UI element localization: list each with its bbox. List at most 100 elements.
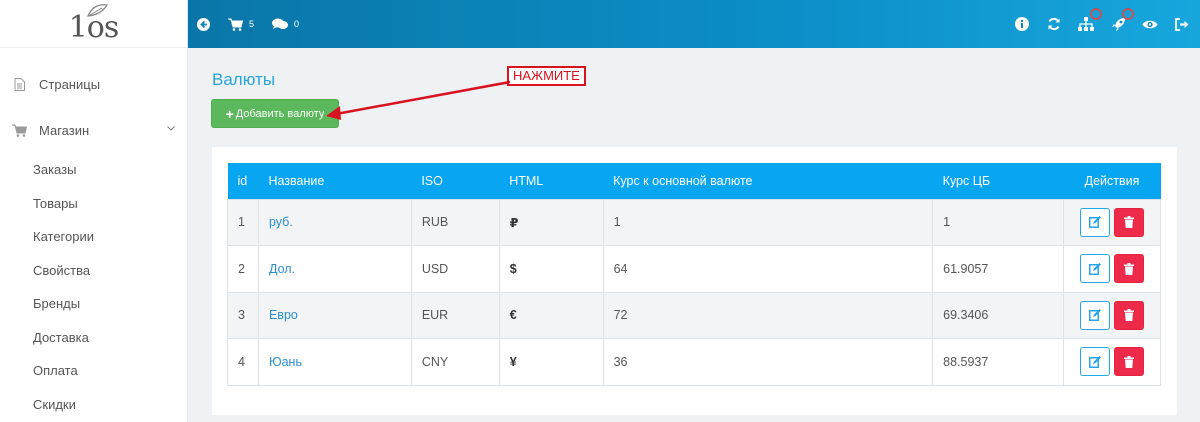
cart-button[interactable]: 5 — [228, 18, 254, 31]
edit-button[interactable] — [1080, 347, 1110, 377]
table-header-row: id Название ISO HTML Курс к основной вал… — [227, 163, 1161, 199]
cell-id: 2 — [227, 245, 259, 293]
topbar: 5 0 — [188, 0, 1200, 48]
rocket-button[interactable] — [1110, 8, 1134, 32]
cell-html-symbol: $ — [498, 245, 604, 293]
shop-submenu: Заказы Товары Категории Свойства Бренды … — [0, 153, 187, 421]
edit-button[interactable] — [1080, 207, 1110, 237]
notification-ring — [1122, 8, 1134, 20]
table-row: 4 Юань CNY ¥ 36 88.5937 — [227, 338, 1161, 386]
currencies-panel: id Название ISO HTML Курс к основной вал… — [212, 147, 1177, 415]
delete-button[interactable] — [1114, 254, 1144, 284]
cart-icon — [11, 122, 27, 138]
cell-id: 3 — [227, 291, 259, 339]
cell-rate: 36 — [602, 338, 934, 386]
logo[interactable]: 1os — [0, 0, 187, 48]
cell-cb-rate: 61.9057 — [932, 245, 1065, 293]
column-header[interactable]: ISO — [411, 163, 499, 199]
cell-html-symbol: ¥ — [498, 338, 604, 386]
cell-rate: 1 — [602, 198, 934, 246]
edit-button[interactable] — [1080, 300, 1110, 330]
eye-icon — [1142, 20, 1158, 28]
edit-button[interactable] — [1080, 254, 1110, 284]
cell-cb-rate: 88.5937 — [932, 338, 1065, 386]
edit-icon — [1089, 355, 1101, 368]
sidebar-item-shop[interactable]: Магазин — [0, 107, 187, 153]
add-currency-label: Добавить валюту — [235, 107, 325, 120]
callout-label: НАЖМИТЕ — [507, 66, 586, 86]
rocket-icon — [1111, 17, 1125, 31]
arrow-left-circle-icon — [197, 17, 210, 31]
sidebar-item-discounts[interactable]: Скидки — [0, 388, 187, 422]
cell-html-symbol: € — [498, 291, 604, 339]
currency-name-link[interactable]: Дол. — [257, 245, 412, 293]
info-button[interactable] — [1014, 16, 1030, 32]
delete-button[interactable] — [1114, 347, 1144, 377]
sidebar-item-brands[interactable]: Бренды — [0, 287, 187, 321]
topbar-right — [998, 0, 1190, 48]
sidebar-item-orders[interactable]: Заказы — [0, 153, 187, 187]
cell-iso: EUR — [410, 291, 500, 339]
logout-button[interactable] — [1174, 16, 1190, 32]
sidebar-item-pages[interactable]: Страницы — [0, 61, 187, 107]
cell-cb-rate: 1 — [932, 198, 1065, 246]
sitemap-button[interactable] — [1078, 8, 1102, 32]
column-header[interactable]: Курс ЦБ — [933, 163, 1064, 199]
cell-actions — [1063, 245, 1161, 293]
sidebar-item-payment[interactable]: Оплата — [0, 354, 187, 388]
delete-button[interactable] — [1114, 207, 1144, 237]
cell-actions — [1063, 338, 1161, 386]
edit-icon — [1089, 262, 1101, 275]
sitemap-icon — [1078, 17, 1094, 31]
currency-name-link[interactable]: Евро — [257, 291, 412, 339]
currencies-table: id Название ISO HTML Курс к основной вал… — [227, 163, 1161, 386]
add-currency-button[interactable]: + Добавить валюту — [211, 99, 339, 128]
cell-rate: 64 — [602, 245, 934, 293]
cart-count: 5 — [249, 19, 255, 29]
view-site-button[interactable] — [1142, 16, 1158, 32]
column-header[interactable]: HTML — [499, 163, 603, 199]
table-row: 3 Евро EUR € 72 69.3406 — [227, 291, 1161, 339]
logout-icon — [1174, 17, 1188, 31]
currency-name-link[interactable]: Юань — [257, 338, 412, 386]
comments-icon — [272, 18, 289, 29]
table-row: 2 Дол. USD $ 64 61.9057 — [227, 245, 1161, 293]
column-header[interactable]: id — [228, 163, 259, 199]
cart-icon — [228, 18, 243, 31]
column-header[interactable]: Курс к основной валюте — [603, 163, 933, 199]
notification-ring — [1090, 8, 1102, 20]
cell-actions — [1063, 291, 1161, 339]
file-icon — [11, 76, 27, 92]
sidebar-item-properties[interactable]: Свойства — [0, 254, 187, 288]
currency-name-link[interactable]: руб. — [257, 198, 412, 246]
sidebar-item-label: Магазин — [39, 122, 90, 138]
column-header: Действия — [1084, 173, 1140, 188]
sidebar-item-delivery[interactable]: Доставка — [0, 321, 187, 355]
trash-icon — [1124, 309, 1134, 322]
cell-id: 1 — [227, 198, 259, 246]
sidebar-item-categories[interactable]: Категории — [0, 220, 187, 254]
trash-icon — [1124, 216, 1134, 229]
trash-icon — [1124, 355, 1134, 368]
info-icon — [1015, 17, 1029, 31]
sidebar: 1os Страницы Магазин Заказы Товары Катег… — [0, 0, 188, 422]
sidebar-item-products[interactable]: Товары — [0, 187, 187, 221]
cell-iso: RUB — [410, 198, 500, 246]
cell-actions — [1063, 198, 1161, 246]
cell-html-symbol: ₽ — [498, 198, 604, 246]
table-row: 1 руб. RUB ₽ 1 1 — [227, 198, 1161, 246]
messages-button[interactable]: 0 — [272, 18, 299, 30]
messages-count: 0 — [294, 19, 300, 29]
page-title: Валюты — [212, 70, 276, 89]
cell-iso: USD — [410, 245, 500, 293]
column-header[interactable]: Название — [258, 163, 411, 199]
chevron-down-icon — [167, 126, 175, 131]
trash-icon — [1124, 262, 1134, 275]
topbar-left: 5 0 — [197, 0, 317, 48]
back-button[interactable] — [197, 17, 210, 31]
sidebar-item-label: Страницы — [39, 76, 101, 92]
refresh-button[interactable] — [1046, 16, 1062, 32]
plus-icon: + — [225, 105, 234, 122]
delete-button[interactable] — [1114, 300, 1144, 330]
cell-id: 4 — [227, 338, 259, 386]
